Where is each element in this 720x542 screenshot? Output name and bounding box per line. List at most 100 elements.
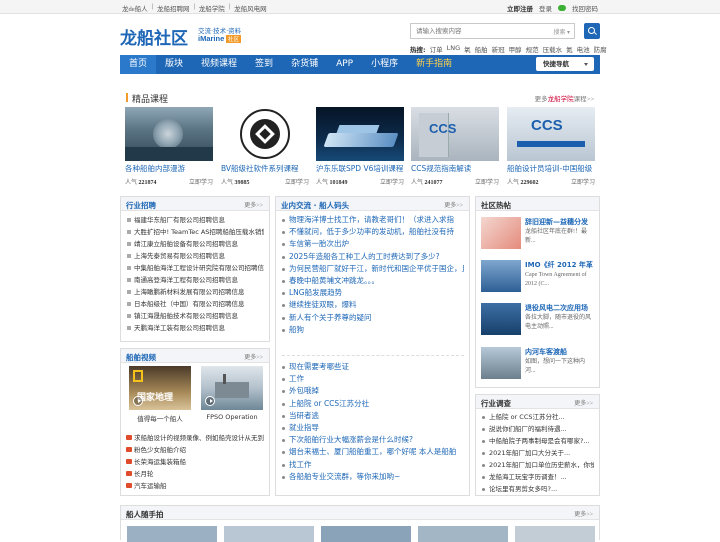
top-link-academy[interactable]: 龙船学院 bbox=[199, 3, 225, 13]
learn-now-link[interactable]: 立即学习 bbox=[475, 177, 499, 186]
hot-tag[interactable]: 电池 bbox=[577, 44, 590, 54]
hot-post[interactable]: IMO《纤 2012 年革 Cape Town Agreement of 201… bbox=[481, 260, 593, 308]
list-item[interactable]: 现在需要考哪些证 bbox=[281, 361, 466, 373]
course-card[interactable]: 沪东乐联SPD V6培训课程 人气 101849 立即学习 bbox=[316, 107, 404, 187]
hot-post-title[interactable]: 退役风电二次应用场 bbox=[525, 303, 588, 313]
hot-tag[interactable]: 防腐 bbox=[594, 44, 607, 54]
list-item[interactable]: 新人有个关于养尊的疑问 bbox=[281, 312, 464, 324]
hot-tag[interactable]: LNG bbox=[447, 44, 461, 54]
course-thumb-ship-interior[interactable] bbox=[125, 107, 213, 161]
list-item[interactable]: 下次船舶行业大幅涨薪会是什么时候? bbox=[281, 434, 466, 446]
hot-tag[interactable]: 规范 bbox=[526, 44, 539, 54]
video-thumb[interactable] bbox=[201, 366, 263, 410]
nav-video-courses[interactable]: 视频课程 bbox=[192, 55, 246, 74]
learn-now-link[interactable]: 立即学习 bbox=[189, 177, 213, 186]
course-thumb-bv[interactable] bbox=[221, 107, 309, 161]
list-item[interactable]: 粉色少女船舶介绍 bbox=[126, 444, 266, 456]
list-item[interactable]: LNG船发展趋势 bbox=[281, 287, 464, 299]
list-item[interactable]: 大胜扩招中! TeamTec AS招聘船舶压载水销售 bbox=[126, 226, 264, 238]
wechat-icon[interactable] bbox=[558, 5, 566, 11]
hot-tag[interactable]: 订单 bbox=[430, 44, 443, 54]
course-title[interactable]: 各种船舶内部漫游 bbox=[125, 163, 213, 174]
list-item[interactable]: 外包哦掉 bbox=[281, 385, 466, 397]
hot-post-thumb[interactable] bbox=[481, 347, 521, 379]
hot-post-thumb[interactable] bbox=[481, 260, 521, 292]
list-item[interactable]: 就业指导 bbox=[281, 422, 466, 434]
nav-mini-program[interactable]: 小程序 bbox=[362, 55, 407, 74]
hot-tag[interactable]: 氮 bbox=[566, 44, 573, 54]
list-item[interactable]: 2021年船厂加口单位历史薪水，你觉... bbox=[481, 459, 594, 471]
list-item[interactable]: 镇江海晟船舶技术有限公司招聘信息 bbox=[126, 310, 264, 322]
course-card[interactable]: 各种船舶内部漫游 人气 221874 立即学习 bbox=[125, 107, 213, 187]
list-item[interactable]: 继续挫徒双眼，爆料 bbox=[281, 299, 464, 311]
list-item[interactable]: 天鹏海洋工装有限公司招聘信息 bbox=[126, 322, 264, 334]
list-item[interactable]: 车信第一胎次出炉 bbox=[281, 238, 464, 250]
list-item[interactable]: 不懂就问，低于多少功率的发动机，船舶社没有持 bbox=[281, 226, 464, 238]
list-item[interactable]: 2025年造船各工种工人的工时费达到了多少? bbox=[281, 251, 464, 263]
list-item[interactable]: 南通高登海洋工程有限公司招聘信息 bbox=[126, 274, 264, 286]
nav-forums[interactable]: 版块 bbox=[156, 55, 192, 74]
play-icon[interactable] bbox=[133, 396, 143, 406]
hot-tag[interactable]: 船舶 bbox=[475, 44, 488, 54]
register-link[interactable]: 立即注册 bbox=[507, 3, 533, 13]
hot-post[interactable]: 退役风电二次应用场 各拉大脚，随市退役的风电主动照... bbox=[481, 303, 591, 351]
list-item[interactable]: 上海瞰鹏新材料发展有限公司招聘信息 bbox=[126, 286, 264, 298]
course-title[interactable]: CCS规范指南解读 bbox=[411, 163, 499, 174]
login-link[interactable]: 登录 bbox=[539, 3, 552, 13]
nav-home[interactable]: 首页 bbox=[120, 55, 157, 74]
course-card[interactable]: CCS 船舶设计员培训-中国船级 人气 229602 立即学习 bbox=[507, 107, 595, 187]
list-item[interactable]: 中集船舶海洋工程设计研究院有限公司招聘信息 bbox=[126, 262, 264, 274]
hot-tag[interactable]: 氧 bbox=[464, 44, 471, 54]
list-item[interactable]: 靖江康立船舶设备有限公司招聘信息 bbox=[126, 238, 264, 250]
site-logo[interactable]: 龙船社区 交流·技术·资料 iMarine 社区 bbox=[120, 24, 244, 49]
video-caption[interactable]: 值得每一个船人 bbox=[129, 413, 191, 423]
list-item[interactable]: 烟台来福士、厦门船舶重工，哪个好呢 本人是船舶 bbox=[281, 446, 466, 458]
list-item[interactable]: 中船舶院子两事制母是会有哪家?... bbox=[481, 435, 594, 447]
find-password-link[interactable]: 找回密码 bbox=[572, 3, 598, 13]
list-item[interactable]: 春晚中船黄埔文冲跳龙。。。 bbox=[281, 275, 464, 287]
hot-tag[interactable]: 甲醇 bbox=[509, 44, 522, 54]
list-item[interactable]: 当研者逃 bbox=[281, 410, 466, 422]
play-icon[interactable] bbox=[205, 396, 215, 406]
list-item[interactable]: 上船院 or CCS江苏分社... bbox=[481, 411, 594, 423]
list-item[interactable]: 上海先泰贸易有限公司招聘信息 bbox=[126, 250, 264, 262]
list-item[interactable]: 船狗 bbox=[281, 324, 464, 336]
hot-post-title[interactable]: 辞旧迎新—益穗分发 bbox=[525, 217, 588, 227]
top-link-dechuanren[interactable]: 龙de船人 bbox=[122, 3, 148, 13]
list-item[interactable]: 上船院 or CCS江苏分社 bbox=[281, 398, 466, 410]
survey-more-link[interactable]: 更多>> bbox=[574, 398, 593, 407]
learn-now-link[interactable]: 立即学习 bbox=[285, 177, 309, 186]
list-item[interactable]: 各船舶专业交流群，等你来加哟~ bbox=[281, 471, 466, 483]
hot-post-title[interactable]: IMO《纤 2012 年革 bbox=[525, 260, 593, 270]
course-title[interactable]: 沪东乐联SPD V6培训课程 bbox=[316, 163, 404, 174]
list-item[interactable]: 福建华东船厂有限公司招聘信息 bbox=[126, 214, 264, 226]
learn-now-link[interactable]: 立即学习 bbox=[380, 177, 404, 186]
hot-post-thumb[interactable] bbox=[481, 303, 521, 335]
list-item[interactable]: 长荣海运集装箱船 bbox=[126, 456, 266, 468]
list-item[interactable]: 长月轮 bbox=[126, 468, 266, 480]
course-card[interactable]: BV船级社软件系列课程 人气 39885 立即学习 bbox=[221, 107, 309, 187]
list-item[interactable]: 2021年船厂加口大分关于... bbox=[481, 447, 594, 459]
list-item[interactable]: 物理海洋博士找工作，请教老哥们！（求进入求指 bbox=[281, 214, 464, 226]
list-item[interactable]: 説说你们船厂的福利待遇... bbox=[481, 423, 594, 435]
search-type-select[interactable]: 搜索 ▾ bbox=[553, 27, 570, 36]
course-thumb-ccs[interactable]: CCS bbox=[411, 107, 499, 161]
course-title[interactable]: 船舶设计员培训-中国船级 bbox=[507, 163, 595, 174]
list-item[interactable]: 汽车运输船 bbox=[126, 480, 266, 492]
nav-newbie-guide[interactable]: 新手指南 bbox=[407, 55, 461, 74]
courses-more-link[interactable]: 更多龙船学院课程>> bbox=[535, 93, 594, 103]
photos-more-link[interactable]: 更多>> bbox=[574, 509, 593, 518]
nav-app[interactable]: APP bbox=[327, 55, 362, 74]
hot-post[interactable]: 辞旧迎新—益穗分发 龙船社区年底在群!！最新... bbox=[481, 217, 591, 265]
search-input[interactable] bbox=[411, 24, 521, 38]
forum-more-link[interactable]: 更多>> bbox=[444, 200, 463, 209]
list-item[interactable]: 日本船级社（中国）有限公司招聘信息 bbox=[126, 298, 264, 310]
hot-post-title[interactable]: 内河车客渡船 bbox=[525, 347, 567, 357]
list-item[interactable]: 工作 bbox=[281, 373, 466, 385]
quick-nav-dropdown[interactable]: 快捷导航 bbox=[536, 57, 594, 71]
hot-post[interactable]: 内河车客渡船 如图，想问一下这种内河... bbox=[481, 347, 591, 395]
list-item[interactable]: 求船舶设计的视频录像、例如船壳设计从无到 bbox=[126, 432, 266, 444]
course-thumb-spd[interactable] bbox=[316, 107, 404, 161]
learn-now-link[interactable]: 立即学习 bbox=[571, 177, 595, 186]
video-thumb[interactable]: 国家地理 bbox=[129, 366, 191, 410]
